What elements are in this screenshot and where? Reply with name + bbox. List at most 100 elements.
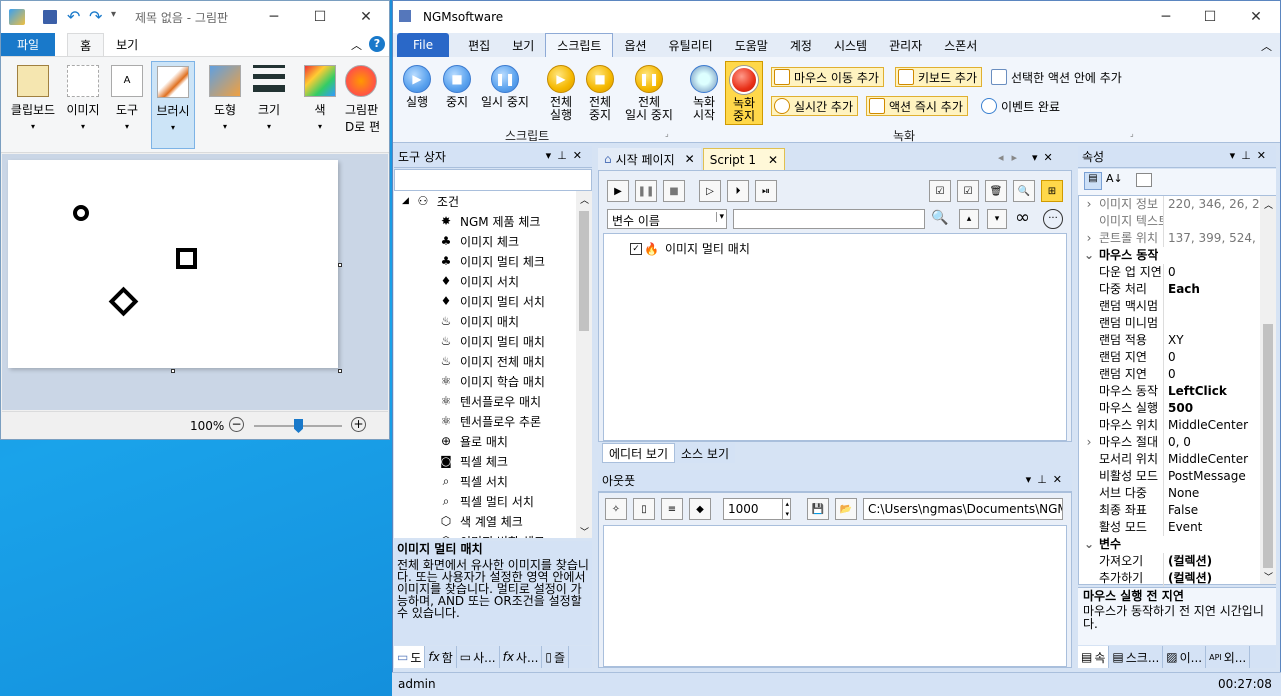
variable-input[interactable]: [733, 209, 925, 229]
menu-view[interactable]: 보기: [501, 33, 545, 57]
property-row[interactable]: 최종 좌표 False: [1079, 502, 1275, 519]
tree-item[interactable]: ♣ 이미지 멀티 체크: [394, 251, 576, 271]
collapse-ribbon-icon[interactable]: ︿: [351, 37, 362, 53]
pause-all-button[interactable]: ❚❚ 전체 일시 중지: [621, 65, 677, 122]
menu-help[interactable]: 도움말: [724, 33, 779, 57]
tab-start-page[interactable]: ⌂ 시작 페이지 ✕: [598, 148, 701, 170]
sort-az-icon[interactable]: A↓: [1106, 172, 1123, 185]
close-button[interactable]: ✕: [343, 1, 389, 33]
property-value[interactable]: 0: [1163, 366, 1275, 383]
tools-group[interactable]: A 도구 ▾: [107, 61, 147, 149]
infinity-icon[interactable]: ∞: [1015, 207, 1030, 228]
zoom-out-icon[interactable]: −: [229, 417, 244, 432]
pause-button[interactable]: ❚❚ 일시 중지: [477, 65, 533, 109]
run-all-button[interactable]: ▶ 전체 실행: [543, 65, 579, 122]
tree-item[interactable]: ♨ 이미지 멀티 매치: [394, 331, 576, 351]
property-row[interactable]: 랜덤 지연 0: [1079, 366, 1275, 383]
property-row[interactable]: 마우스 동작 LeftClick: [1079, 383, 1275, 400]
tab-favorites[interactable]: ▯ 즐: [542, 646, 570, 668]
property-value[interactable]: 220, 346, 26, 26: [1163, 196, 1275, 213]
property-value[interactable]: 500: [1163, 400, 1275, 417]
expand-icon[interactable]: ›: [1079, 434, 1099, 451]
property-row[interactable]: 랜덤 맥시멈: [1079, 298, 1275, 315]
property-row[interactable]: 비활성 모드 PostMessage: [1079, 468, 1275, 485]
panel-controls-icon[interactable]: ▾⊥✕: [546, 149, 588, 162]
paint3d-group[interactable]: 그림판 D로 편: [345, 61, 389, 149]
property-row[interactable]: 다중 처리 Each: [1079, 281, 1275, 298]
toolbox-scrollbar[interactable]: ︿ ﹀: [576, 191, 592, 538]
property-value[interactable]: False: [1163, 502, 1275, 519]
property-value[interactable]: 137, 399, 524, 658: [1163, 230, 1275, 247]
expand-icon[interactable]: ›: [1079, 230, 1099, 247]
tab-editor-view[interactable]: 에디터 보기: [602, 443, 676, 463]
file-search-icon[interactable]: ▯: [633, 498, 655, 520]
tab-toolbox[interactable]: ▭ 도: [394, 646, 426, 668]
maximize-button[interactable]: ☐: [297, 1, 343, 33]
save-icon[interactable]: 💾: [807, 498, 829, 520]
tree-root[interactable]: ◢ ⚇ 조건: [394, 191, 576, 211]
tree-item[interactable]: ♦ 이미지 서치: [394, 271, 576, 291]
tab-source-view[interactable]: 소스 보기: [675, 443, 735, 463]
minimize-button[interactable]: ─: [251, 1, 297, 33]
stop-all-button[interactable]: ■ 전체 중지: [582, 65, 618, 122]
eraser-icon[interactable]: ◆: [689, 498, 711, 520]
checkbox-checked[interactable]: ✓: [630, 242, 642, 255]
delete-icon[interactable]: 🗑: [985, 180, 1007, 202]
property-value[interactable]: 0, 0: [1163, 434, 1275, 451]
property-value[interactable]: XY: [1163, 332, 1275, 349]
check-icon[interactable]: ☑: [957, 180, 979, 202]
redo-icon[interactable]: ↷: [89, 7, 102, 26]
menu-account[interactable]: 계정: [779, 33, 823, 57]
save-icon[interactable]: [43, 10, 57, 24]
brushes-group[interactable]: 브러시 ▾: [151, 61, 195, 149]
property-row[interactable]: 랜덤 적용 XY: [1079, 332, 1275, 349]
property-row[interactable]: 랜덤 지연 0: [1079, 349, 1275, 366]
expand-icon[interactable]: ⌄: [1079, 536, 1099, 553]
property-pages-icon[interactable]: [1136, 173, 1152, 187]
close-icon[interactable]: ✕: [685, 152, 695, 166]
panel-controls-icon[interactable]: ▾⊥✕: [1230, 149, 1272, 162]
tree-item[interactable]: ♦ 이미지 멀티 서치: [394, 291, 576, 311]
add-realtime-button[interactable]: 실시간 추가: [771, 96, 859, 116]
tab-external[interactable]: API 외...: [1206, 646, 1251, 668]
help-icon[interactable]: ?: [369, 36, 385, 52]
tree-view-icon[interactable]: ⊞: [1041, 180, 1063, 202]
stepper-arrows-icon[interactable]: ▴ ▾: [782, 499, 789, 519]
menu-script[interactable]: 스크립트: [545, 33, 614, 57]
pause-icon[interactable]: ❚❚: [635, 180, 657, 202]
tree-item[interactable]: ✸ NGM 제품 체크: [394, 211, 576, 231]
quick-access-dropdown-icon[interactable]: ▾: [111, 9, 116, 20]
close-icon[interactable]: ✕: [768, 153, 778, 167]
next-icon[interactable]: ▾: [987, 209, 1007, 229]
property-value[interactable]: [1163, 298, 1275, 315]
tab-user-2[interactable]: fx 사...: [500, 646, 543, 668]
step-into-icon[interactable]: ⏯: [755, 180, 777, 202]
tree-item[interactable]: ⌕ 픽셀 멀티 서치: [394, 491, 576, 511]
tab-scripts[interactable]: ▤ 스크...: [1109, 646, 1164, 668]
scroll-down-icon[interactable]: ﹀: [1264, 570, 1273, 583]
maximize-button[interactable]: ☐: [1187, 1, 1233, 33]
zoom-in-icon[interactable]: +: [351, 417, 366, 432]
resize-handle[interactable]: [338, 369, 342, 373]
menu-edit[interactable]: 편집: [457, 33, 501, 57]
step-play-icon[interactable]: ▷: [699, 180, 721, 202]
property-row[interactable]: 마우스 위치 MiddleCenter: [1079, 417, 1275, 434]
property-row[interactable]: 가져오기 (컬렉션): [1079, 553, 1275, 570]
tree-item[interactable]: ♣ 이미지 체크: [394, 231, 576, 251]
tab-user-1[interactable]: ▭ 사...: [457, 646, 500, 668]
tree-item[interactable]: ⬡ 색 계열 체크: [394, 511, 576, 531]
toolbox-filter[interactable]: [394, 169, 592, 191]
tab-home[interactable]: 홈: [67, 33, 105, 56]
collapse-icon[interactable]: ◢: [402, 196, 409, 206]
stop-button[interactable]: ■ 중지: [439, 65, 475, 109]
run-button[interactable]: ▶ 실행: [399, 65, 435, 109]
prev-icon[interactable]: ▴: [959, 209, 979, 229]
list-icon[interactable]: ≡: [661, 498, 683, 520]
stop-icon[interactable]: ■: [663, 180, 685, 202]
scroll-thumb[interactable]: [579, 211, 589, 331]
tree-item[interactable]: ♨ 이미지 전체 매치: [394, 351, 576, 371]
collapse-ribbon-icon[interactable]: ︿: [1261, 38, 1272, 54]
tree-item[interactable]: ♨ 이미지 매치: [394, 311, 576, 331]
menu-admin[interactable]: 관리자: [878, 33, 933, 57]
property-row[interactable]: › 마우스 절대 0, 0: [1079, 434, 1275, 451]
